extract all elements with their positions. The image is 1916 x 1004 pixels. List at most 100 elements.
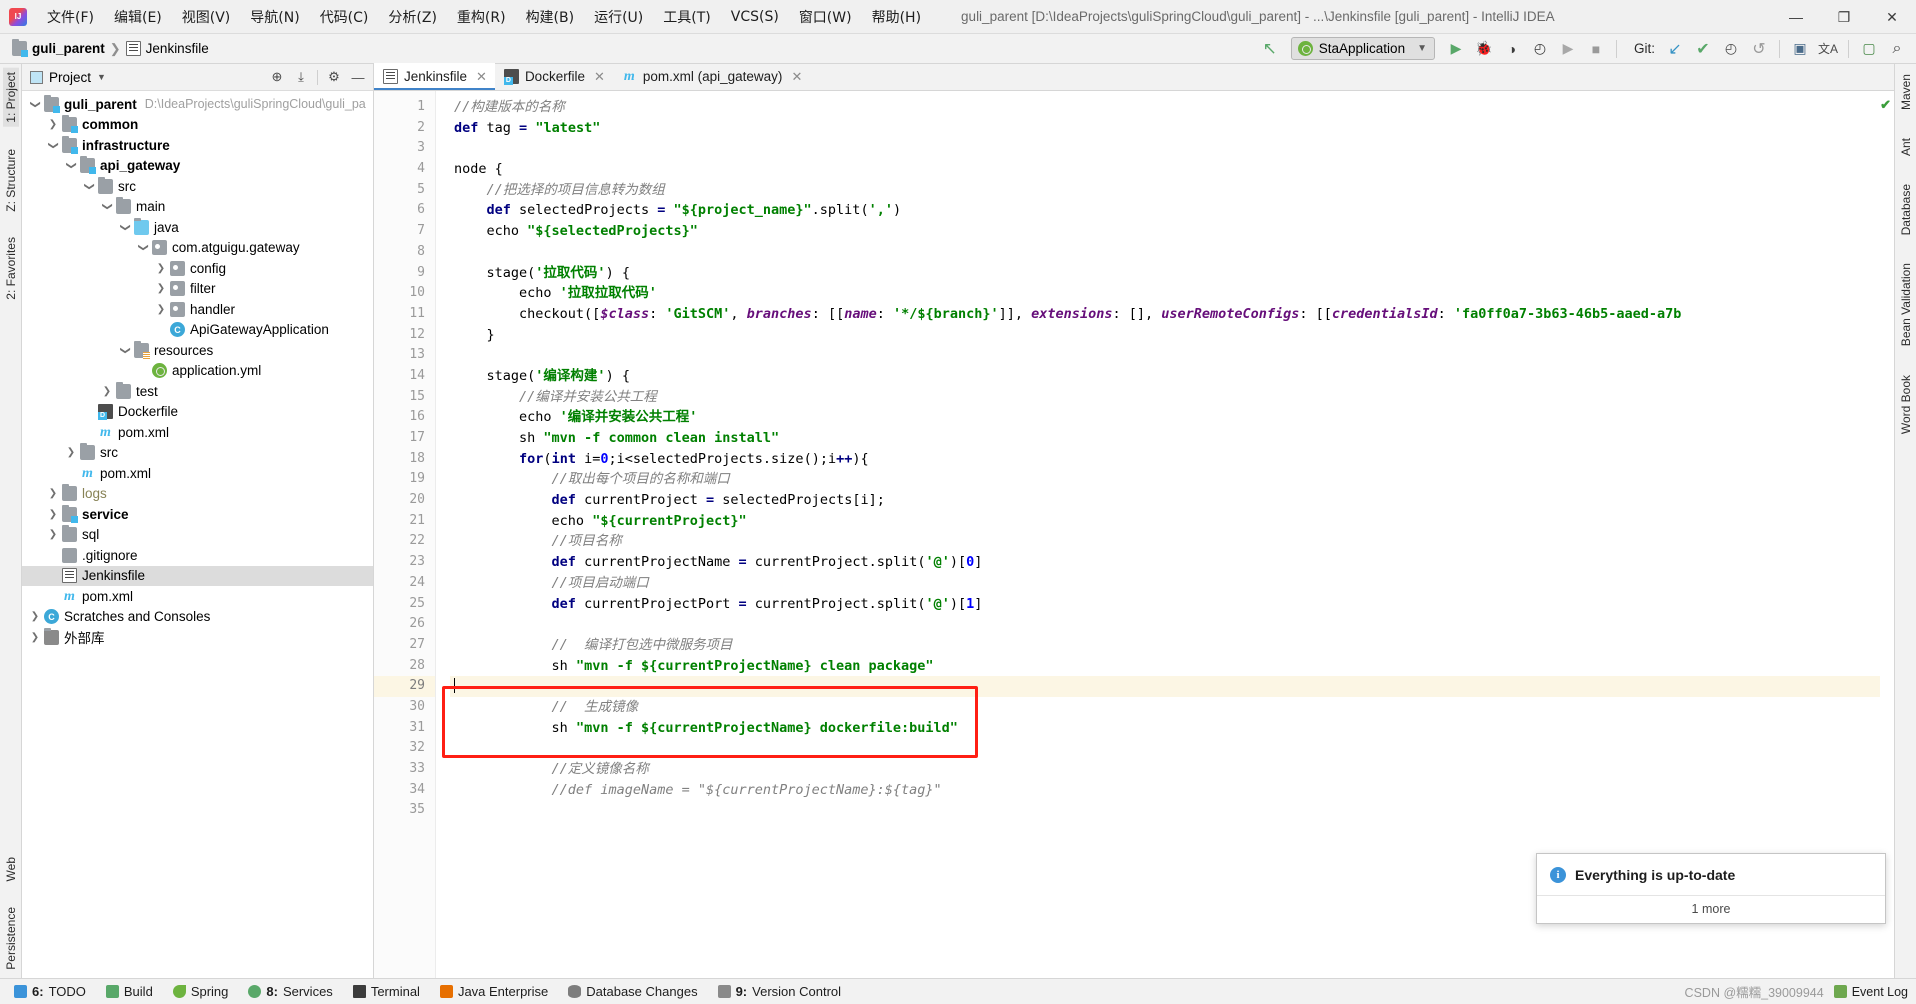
hide-panel-icon[interactable]: — — [347, 66, 369, 88]
code-line[interactable]: sh "mvn -f ${currentProjectName} dockerf… — [450, 718, 1894, 739]
maximize-button[interactable]: ❐ — [1820, 0, 1868, 34]
code-line[interactable]: def selectedProjects = "${project_name}"… — [450, 200, 1894, 221]
tree-node-com-atguigu-gateway[interactable]: com.atguigu.gateway — [22, 238, 373, 259]
tree-node-scratches-and-consoles[interactable]: Scratches and Consoles — [22, 607, 373, 628]
status-bar-spring[interactable]: Spring — [163, 979, 239, 1004]
breadcrumb-item-file[interactable]: Jenkinsfile — [125, 41, 209, 56]
code-line[interactable]: //def imageName = "${currentProjectName}… — [450, 780, 1894, 801]
gear-icon[interactable]: ⚙ — [323, 66, 345, 88]
close-button[interactable]: ✕ — [1868, 0, 1916, 34]
minimize-button[interactable]: — — [1772, 0, 1820, 34]
right-rail-tab-1[interactable]: Ant — [1898, 134, 1914, 160]
tree-node-logs[interactable]: logs — [22, 484, 373, 505]
collapse-all-icon[interactable]: ⤓ — [290, 66, 312, 88]
code-line[interactable] — [450, 345, 1894, 366]
chevron-down-icon[interactable] — [62, 160, 80, 171]
code-line[interactable]: def currentProjectName = currentProject.… — [450, 552, 1894, 573]
editor-tab-dockerfile[interactable]: Dockerfile ✕ — [495, 63, 613, 90]
code-line[interactable]: //构建版本的名称 — [450, 97, 1894, 118]
build-hammer-icon[interactable]: ↖ — [1257, 37, 1283, 61]
git-rollback-icon[interactable]: ↺ — [1746, 37, 1772, 61]
menu-item-3[interactable]: 导航(N) — [240, 2, 309, 32]
tree-node-pom-xml[interactable]: m pom.xml — [22, 422, 373, 443]
run-with-coverage-button[interactable]: ◑ — [1499, 37, 1525, 61]
chevron-right-icon[interactable] — [98, 386, 116, 397]
code-line[interactable]: sh "mvn -f common clean install" — [450, 428, 1894, 449]
editor-tab-jenkinsfile[interactable]: Jenkinsfile ✕ — [374, 63, 495, 90]
tree-node-dockerfile[interactable]: Dockerfile — [22, 402, 373, 423]
code-line[interactable]: //取出每个项目的名称和端口 — [450, 469, 1894, 490]
project-panel-title[interactable]: Project ▼ — [30, 70, 106, 85]
code-line[interactable]: def currentProjectPort = currentProject.… — [450, 594, 1894, 615]
tree-node-src[interactable]: src — [22, 176, 373, 197]
status-bar-services[interactable]: 8: Services — [238, 979, 342, 1004]
code-line[interactable]: } — [450, 325, 1894, 346]
code-line[interactable]: def currentProject = selectedProjects[i]… — [450, 490, 1894, 511]
run-configuration-selector[interactable]: StaApplication ▼ — [1290, 37, 1435, 60]
tree-node-pom-xml[interactable]: m pom.xml — [22, 586, 373, 607]
code-line[interactable]: checkout([$class: 'GitSCM', branches: [[… — [450, 304, 1894, 325]
tree-node-sql[interactable]: sql — [22, 525, 373, 546]
code-line[interactable] — [450, 738, 1894, 759]
locate-file-icon[interactable]: ⊕ — [266, 66, 288, 88]
code-line[interactable]: //定义镜像名称 — [450, 759, 1894, 780]
tree-node--gitignore[interactable]: .gitignore — [22, 545, 373, 566]
git-update-icon[interactable]: ↙ — [1662, 37, 1688, 61]
rerun-button[interactable]: ▶ — [1555, 37, 1581, 61]
tree-node-common[interactable]: common — [22, 115, 373, 136]
code-line[interactable]: node { — [450, 159, 1894, 180]
project-tree[interactable]: guli_parent D:\IdeaProjects\guliSpringClo… — [22, 91, 373, 978]
chevron-right-icon[interactable] — [44, 488, 62, 499]
close-icon[interactable]: ✕ — [476, 69, 487, 85]
chevron-right-icon[interactable] — [152, 304, 170, 315]
menu-item-7[interactable]: 构建(B) — [516, 2, 585, 32]
left-rail-tab-2[interactable]: 2: Favorites — [3, 233, 19, 304]
tree-node-application-yml[interactable]: application.yml — [22, 361, 373, 382]
menu-item-1[interactable]: 编辑(E) — [104, 2, 172, 32]
chevron-right-icon[interactable] — [152, 263, 170, 274]
fold-column[interactable] — [436, 91, 450, 978]
stop-button[interactable]: ■ — [1583, 37, 1609, 61]
tree-node-jenkinsfile[interactable]: Jenkinsfile — [22, 565, 373, 586]
code-line[interactable]: //编译并安装公共工程 — [450, 387, 1894, 408]
chevron-right-icon[interactable] — [62, 447, 80, 458]
code-line[interactable] — [450, 800, 1894, 821]
code-line[interactable]: sh "mvn -f ${currentProjectName} clean p… — [450, 656, 1894, 677]
tree-node-guli-parent[interactable]: guli_parent D:\IdeaProjects\guliSpringClo… — [22, 94, 373, 115]
code-line[interactable]: echo '拉取拉取代码' — [450, 283, 1894, 304]
notification-popup[interactable]: Everything is up-to-date 1 more — [1536, 853, 1886, 924]
status-bar-build[interactable]: Build — [96, 979, 163, 1004]
code-line[interactable]: for(int i=0;i<selectedProjects.size();i+… — [450, 449, 1894, 470]
left-rail-tab-1[interactable]: Z: Structure — [3, 145, 19, 216]
chevron-right-icon[interactable] — [152, 283, 170, 294]
code-line[interactable]: echo '编译并安装公共工程' — [450, 407, 1894, 428]
status-bar-terminal[interactable]: Terminal — [343, 979, 430, 1004]
chevron-right-icon[interactable] — [26, 632, 44, 643]
notification-more-link[interactable]: 1 more — [1537, 895, 1885, 923]
chevron-down-icon[interactable] — [116, 222, 134, 233]
tree-node-pom-xml[interactable]: m pom.xml — [22, 463, 373, 484]
chevron-down-icon[interactable] — [116, 345, 134, 356]
code-editor[interactable]: 1 2 3 4 5 6 7 8 9 10 11 12 13 14 15 16 17 18 19 20 21 22 23 24 2… — [374, 91, 1894, 978]
chevron-down-icon[interactable] — [98, 201, 116, 212]
tree-node-src[interactable]: src — [22, 443, 373, 464]
right-rail-tab-2[interactable]: Database — [1898, 180, 1914, 239]
chevron-down-icon[interactable] — [134, 242, 152, 253]
code-line[interactable]: echo "${currentProject}" — [450, 511, 1894, 532]
tree-node-config[interactable]: config — [22, 258, 373, 279]
tree-node-service[interactable]: service — [22, 504, 373, 525]
code-line[interactable] — [450, 676, 1894, 697]
chevron-right-icon[interactable] — [44, 119, 62, 130]
menu-item-0[interactable]: 文件(F) — [37, 2, 104, 32]
tree-node-api-gateway[interactable]: api_gateway — [22, 156, 373, 177]
tree-node-apigatewayapplication[interactable]: ApiGatewayApplication — [22, 320, 373, 341]
status-bar-java-enterprise[interactable]: Java Enterprise — [430, 979, 558, 1004]
code-line[interactable]: //把选择的项目信息转为数组 — [450, 180, 1894, 201]
project-structure-icon[interactable]: ▣ — [1787, 37, 1813, 61]
left-rail-tab-0[interactable]: 1: Project — [2, 68, 19, 127]
code-line[interactable]: stage('编译构建') { — [450, 366, 1894, 387]
status-bar-database-changes[interactable]: Database Changes — [558, 979, 707, 1004]
tree-node----[interactable]: 外部库 — [22, 627, 373, 648]
right-rail-tab-3[interactable]: Bean Validation — [1898, 259, 1914, 350]
search-icon[interactable]: ⌕ — [1884, 37, 1910, 61]
